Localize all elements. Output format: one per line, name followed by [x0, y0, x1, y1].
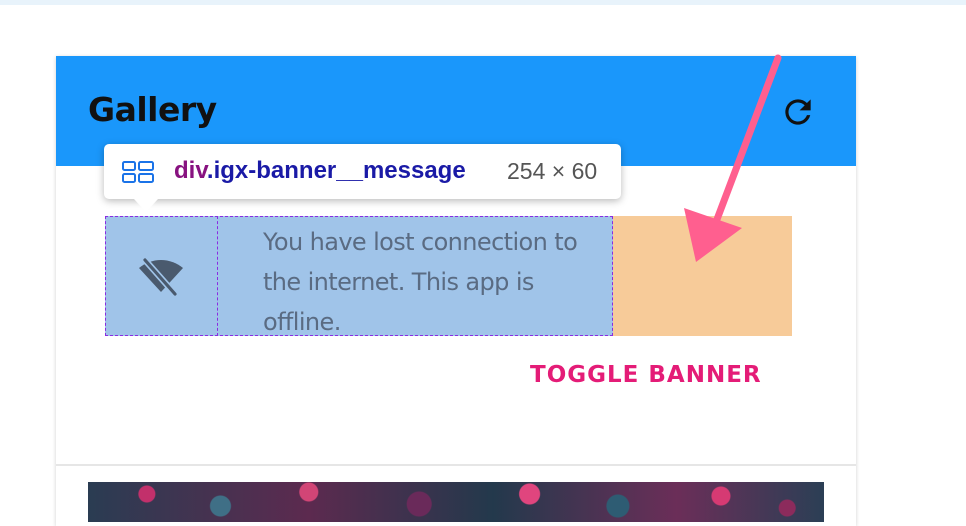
card-divider — [56, 464, 856, 466]
banner-message-text: You have lost connection to the internet… — [263, 228, 578, 336]
flex-layout-icon — [122, 161, 154, 183]
toggle-banner-button[interactable]: TOGGLE BANNER — [530, 362, 762, 388]
refresh-icon — [785, 99, 811, 125]
card-title: Gallery — [88, 90, 217, 129]
devtools-inspect-tooltip: div.igx-banner__message 254 × 60 — [104, 144, 621, 212]
banner-actions-highlight — [613, 216, 792, 336]
gallery-card: Gallery You have lost connection to the … — [56, 56, 856, 526]
connection-banner: You have lost connection to the internet… — [105, 216, 792, 336]
wifi-off-icon — [139, 256, 183, 298]
gallery-image — [88, 482, 824, 522]
tooltip-class-name: .igx-banner__message — [206, 157, 466, 184]
tooltip-dimensions: 254 × 60 — [507, 158, 598, 184]
tooltip-selector: div.igx-banner__message — [174, 157, 466, 185]
banner-message: You have lost connection to the internet… — [105, 216, 613, 336]
page-top-strip — [0, 0, 966, 5]
refresh-button[interactable] — [778, 92, 818, 132]
tooltip-tag-name: div — [174, 157, 207, 184]
tooltip-caret — [134, 199, 158, 212]
banner-illustration — [105, 216, 218, 336]
